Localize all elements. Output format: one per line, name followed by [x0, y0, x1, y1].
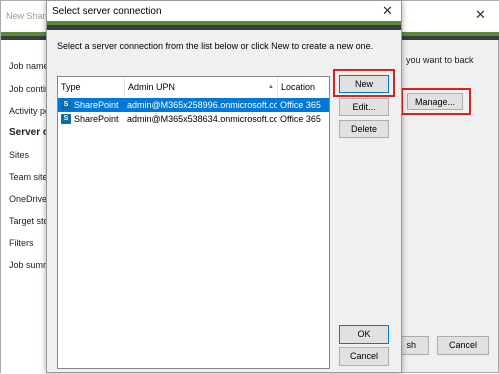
wizard-nav-panel: Job name Job contin Activity per Server …	[1, 40, 49, 374]
sort-ascending-icon: ▲	[268, 84, 274, 90]
connection-row[interactable]: S SharePoint admin@M365x258996.onmicroso…	[58, 98, 329, 112]
dialog-title-bar: Select server connection ✕	[47, 1, 401, 21]
column-header-admin-upn[interactable]: Admin UPN ▲	[125, 77, 278, 97]
dialog-header-accent	[47, 21, 401, 25]
dialog-instruction: Select a server connection from the list…	[57, 41, 374, 51]
select-server-connection-dialog: Select server connection ✕ Select a serv…	[46, 0, 402, 373]
server-connection-list[interactable]: Type Admin UPN ▲ Location S SharePoint a…	[57, 76, 330, 369]
nav-item-activity-period[interactable]: Activity per	[9, 106, 49, 116]
row-location: Office 365	[280, 114, 321, 124]
nav-item-onedrive[interactable]: OneDrive s	[9, 194, 49, 204]
column-header-type[interactable]: Type	[58, 77, 125, 97]
cancel-button[interactable]: Cancel	[339, 347, 389, 366]
nav-item-job-summary[interactable]: Job summa	[9, 260, 49, 270]
background-cancel-button[interactable]: Cancel	[437, 336, 489, 355]
column-header-admin-upn-label: Admin UPN	[128, 82, 176, 92]
edit-button[interactable]: Edit...	[339, 98, 389, 116]
dialog-close-icon[interactable]: ✕	[382, 3, 393, 19]
nav-item-job-name[interactable]: Job name	[9, 61, 49, 71]
nav-item-server-connection[interactable]: Server co	[9, 127, 49, 138]
row-admin-upn: admin@M365x538634.onmicrosoft.com	[127, 114, 277, 124]
ok-button[interactable]: OK	[339, 325, 389, 344]
dialog-title: Select server connection	[52, 6, 162, 17]
nav-item-filters[interactable]: Filters	[9, 238, 49, 248]
nav-item-job-continuation[interactable]: Job contin	[9, 84, 49, 94]
row-location: Office 365	[280, 100, 321, 110]
nav-item-target-storage[interactable]: Target stor	[9, 216, 49, 226]
nav-item-sites[interactable]: Sites	[9, 150, 49, 160]
new-button[interactable]: New	[339, 75, 389, 93]
background-description-text: you want to back	[406, 55, 474, 65]
sharepoint-icon: S	[61, 100, 71, 110]
sharepoint-icon: S	[61, 114, 71, 124]
background-window-title: New Share	[6, 11, 51, 21]
background-close-icon[interactable]: ✕	[475, 7, 486, 23]
nav-item-team-sites[interactable]: Team sites	[9, 172, 49, 182]
connection-row[interactable]: S SharePoint admin@M365x538634.onmicroso…	[58, 112, 329, 126]
row-type: SharePoint	[74, 114, 119, 124]
row-admin-upn: admin@M365x258996.onmicrosoft.com	[127, 100, 277, 110]
manage-button[interactable]: Manage...	[407, 93, 463, 110]
row-type: SharePoint	[74, 100, 119, 110]
delete-button[interactable]: Delete	[339, 120, 389, 138]
column-header-location[interactable]: Location	[278, 77, 331, 97]
